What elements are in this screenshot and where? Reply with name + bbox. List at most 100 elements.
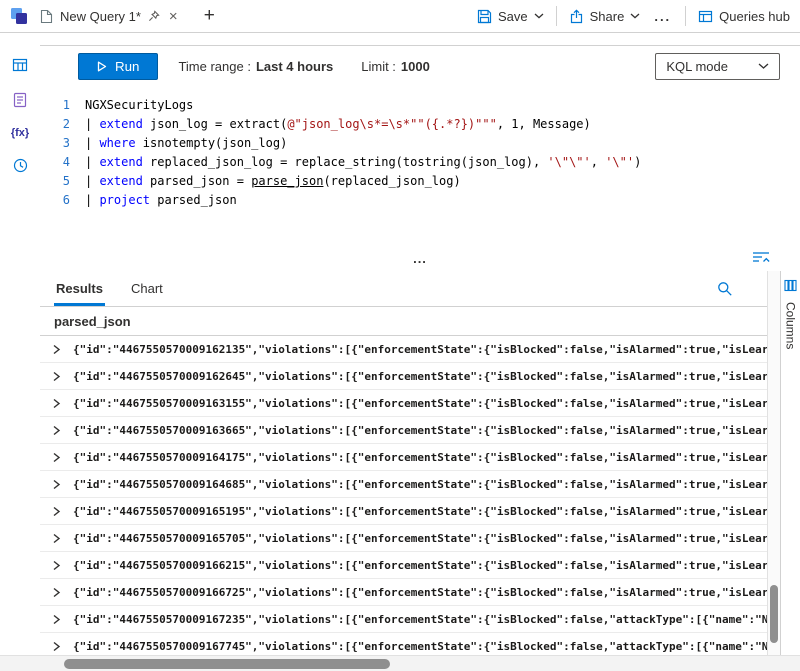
query-editor[interactable]: 1NGXSecurityLogs2| extend json_log = ext… bbox=[40, 87, 800, 247]
row-json-value: {"id":"4467550570009163665","violations"… bbox=[73, 424, 767, 437]
functions-icon[interactable]: {fx} bbox=[11, 127, 29, 139]
code-line[interactable]: 6| project parsed_json bbox=[40, 191, 800, 210]
row-json-value: {"id":"4467550570009162645","violations"… bbox=[73, 370, 767, 383]
table-row[interactable]: {"id":"4467550570009167745","violations"… bbox=[40, 633, 767, 655]
expand-chevron-icon[interactable] bbox=[52, 398, 64, 409]
results-rows: {"id":"4467550570009162135","violations"… bbox=[40, 336, 767, 655]
code-text: | extend replaced_json_log = replace_str… bbox=[70, 153, 641, 172]
tab-chart[interactable]: Chart bbox=[131, 271, 163, 306]
expand-chevron-icon[interactable] bbox=[52, 614, 64, 625]
table-row[interactable]: {"id":"4467550570009162645","violations"… bbox=[40, 363, 767, 390]
chevron-down-icon bbox=[534, 13, 544, 19]
new-tab-button[interactable]: + bbox=[192, 5, 227, 27]
queries-hub-icon bbox=[698, 9, 713, 24]
code-line[interactable]: 5| extend parsed_json = parse_json(repla… bbox=[40, 172, 800, 191]
expand-chevron-icon[interactable] bbox=[52, 344, 64, 355]
history-icon[interactable] bbox=[13, 158, 28, 173]
time-range-value: Last 4 hours bbox=[256, 59, 333, 74]
results-panel: Results Chart parsed_json {"id":"4467550… bbox=[40, 271, 800, 655]
chevron-down-icon bbox=[630, 13, 640, 19]
columns-panel-label: Columns bbox=[784, 302, 798, 349]
editor-lines: 1NGXSecurityLogs2| extend json_log = ext… bbox=[40, 96, 800, 210]
expand-chevron-icon[interactable] bbox=[52, 641, 64, 652]
line-number: 2 bbox=[40, 115, 70, 134]
code-line[interactable]: 4| extend replaced_json_log = replace_st… bbox=[40, 153, 800, 172]
row-json-value: {"id":"4467550570009164685","violations"… bbox=[73, 478, 767, 491]
column-header-parsed-json[interactable]: parsed_json bbox=[40, 307, 767, 336]
line-number: 1 bbox=[40, 96, 70, 115]
chevron-down-icon bbox=[758, 63, 769, 70]
save-icon bbox=[477, 9, 492, 24]
play-icon bbox=[97, 61, 107, 72]
code-text: | extend parsed_json = parse_json(replac… bbox=[70, 172, 461, 191]
more-actions-icon[interactable]: ... bbox=[652, 9, 673, 24]
expand-chevron-icon[interactable] bbox=[52, 479, 64, 490]
code-text: NGXSecurityLogs bbox=[70, 96, 193, 115]
save-button[interactable]: Save bbox=[477, 9, 544, 24]
code-text: | extend json_log = extract(@"json_log\s… bbox=[70, 115, 591, 134]
table-row[interactable]: {"id":"4467550570009163665","violations"… bbox=[40, 417, 767, 444]
row-json-value: {"id":"4467550570009166215","violations"… bbox=[73, 559, 767, 572]
expand-chevron-icon[interactable] bbox=[52, 587, 64, 598]
table-row[interactable]: {"id":"4467550570009165705","violations"… bbox=[40, 525, 767, 552]
main-area: {fx} Run Time range : Last 4 hours Limit… bbox=[0, 33, 800, 655]
share-button[interactable]: Share bbox=[569, 9, 641, 24]
line-number: 3 bbox=[40, 134, 70, 153]
queries-icon[interactable] bbox=[12, 92, 28, 108]
code-text: | where isnotempty(json_log) bbox=[70, 134, 287, 153]
horizontal-scrollbar[interactable] bbox=[0, 655, 800, 671]
table-row[interactable]: {"id":"4467550570009166215","violations"… bbox=[40, 552, 767, 579]
query-tab[interactable]: New Query 1* × bbox=[34, 0, 186, 32]
expand-chevron-icon[interactable] bbox=[52, 560, 64, 571]
row-json-value: {"id":"4467550570009167235","violations"… bbox=[73, 613, 767, 626]
table-row[interactable]: {"id":"4467550570009167235","violations"… bbox=[40, 606, 767, 633]
splitter-handle[interactable]: ... bbox=[413, 256, 427, 262]
close-icon[interactable]: × bbox=[167, 9, 180, 24]
collapse-editor-icon[interactable] bbox=[752, 249, 770, 264]
query-toolbar: Run Time range : Last 4 hours Limit : 10… bbox=[40, 45, 800, 87]
toolbar-divider bbox=[556, 6, 557, 26]
code-line[interactable]: 2| extend json_log = extract(@"json_log\… bbox=[40, 115, 800, 134]
tab-results[interactable]: Results bbox=[56, 271, 103, 306]
query-panel: Run Time range : Last 4 hours Limit : 10… bbox=[40, 33, 800, 655]
table-row[interactable]: {"id":"4467550570009166725","violations"… bbox=[40, 579, 767, 606]
limit-value: 1000 bbox=[401, 59, 430, 74]
top-tab-bar: New Query 1* × + Save Share bbox=[0, 0, 800, 33]
table-row[interactable]: {"id":"4467550570009163155","violations"… bbox=[40, 390, 767, 417]
results-tab-bar: Results Chart bbox=[40, 271, 767, 307]
row-json-value: {"id":"4467550570009165705","violations"… bbox=[73, 532, 767, 545]
vertical-scrollbar-thumb[interactable] bbox=[770, 585, 778, 643]
row-json-value: {"id":"4467550570009163155","violations"… bbox=[73, 397, 767, 410]
expand-chevron-icon[interactable] bbox=[52, 452, 64, 463]
expand-chevron-icon[interactable] bbox=[52, 425, 64, 436]
line-number: 6 bbox=[40, 191, 70, 210]
line-number: 4 bbox=[40, 153, 70, 172]
kql-file-icon bbox=[40, 9, 53, 24]
queries-hub-button[interactable]: Queries hub bbox=[698, 9, 790, 24]
toolbar-divider bbox=[685, 6, 686, 26]
time-range-button[interactable]: Time range : Last 4 hours bbox=[170, 54, 341, 79]
search-icon[interactable] bbox=[717, 281, 733, 297]
columns-side-panel[interactable]: Columns bbox=[780, 271, 800, 655]
code-line[interactable]: 1NGXSecurityLogs bbox=[40, 96, 800, 115]
mode-dropdown[interactable]: KQL mode bbox=[655, 53, 780, 80]
row-json-value: {"id":"4467550570009165195","violations"… bbox=[73, 505, 767, 518]
table-row[interactable]: {"id":"4467550570009165195","violations"… bbox=[40, 498, 767, 525]
tab-title: New Query 1* bbox=[60, 9, 141, 24]
vertical-scrollbar[interactable] bbox=[767, 271, 780, 655]
limit-button[interactable]: Limit : 1000 bbox=[353, 54, 438, 79]
horizontal-scrollbar-thumb[interactable] bbox=[64, 659, 390, 669]
expand-chevron-icon[interactable] bbox=[52, 371, 64, 382]
code-line[interactable]: 3| where isnotempty(json_log) bbox=[40, 134, 800, 153]
table-row[interactable]: {"id":"4467550570009164685","violations"… bbox=[40, 471, 767, 498]
pane-splitter[interactable]: ... bbox=[40, 247, 800, 271]
pin-icon[interactable] bbox=[148, 10, 160, 22]
table-row[interactable]: {"id":"4467550570009162135","violations"… bbox=[40, 336, 767, 363]
tables-icon[interactable] bbox=[12, 57, 28, 73]
table-row[interactable]: {"id":"4467550570009164175","violations"… bbox=[40, 444, 767, 471]
expand-chevron-icon[interactable] bbox=[52, 533, 64, 544]
run-button[interactable]: Run bbox=[78, 53, 158, 80]
row-json-value: {"id":"4467550570009162135","violations"… bbox=[73, 343, 767, 356]
expand-chevron-icon[interactable] bbox=[52, 506, 64, 517]
results-main: Results Chart parsed_json {"id":"4467550… bbox=[40, 271, 767, 655]
